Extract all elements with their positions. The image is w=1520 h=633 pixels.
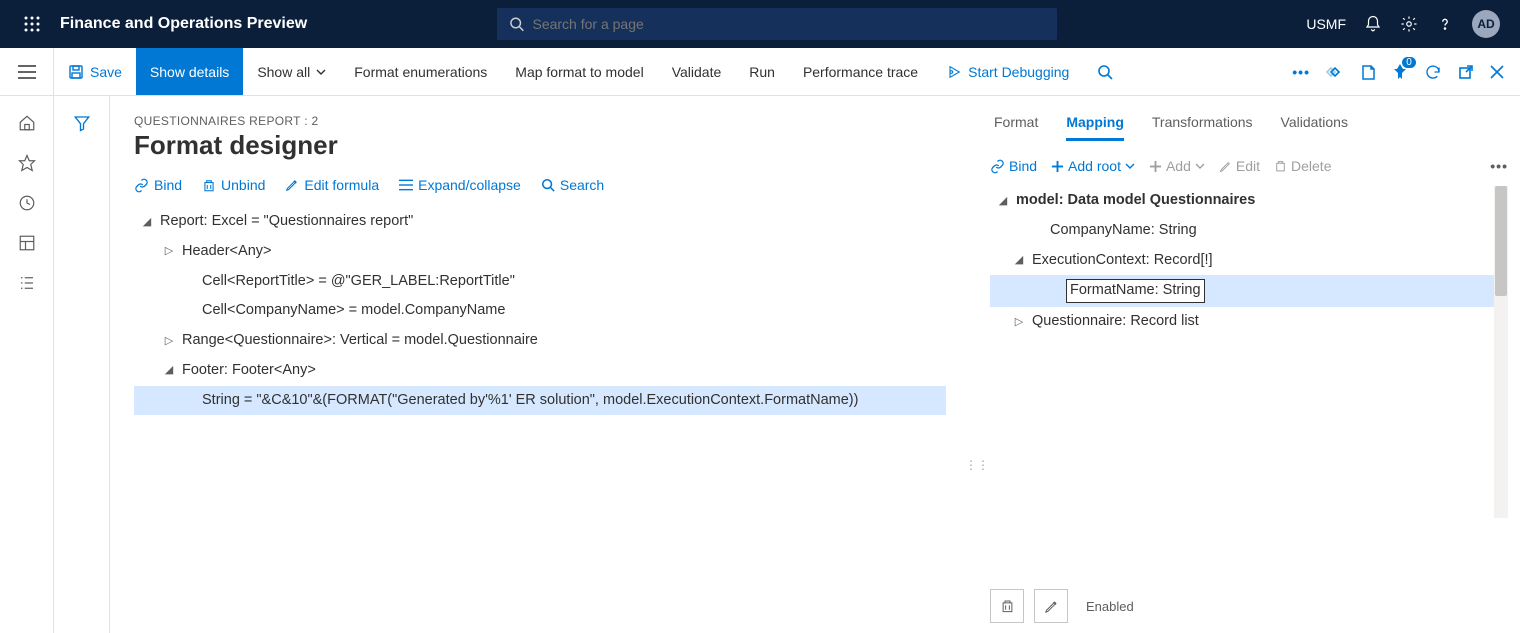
show-details-button[interactable]: Show details [136, 48, 243, 95]
collapse-icon[interactable]: ◢ [996, 193, 1010, 210]
delete-button: Delete [1274, 158, 1331, 174]
tree-node-footer[interactable]: ◢ Footer: Footer<Any> [134, 356, 946, 386]
collapse-icon[interactable]: ◢ [140, 214, 154, 231]
format-enumerations-button[interactable]: Format enumerations [340, 48, 501, 95]
add-root-button[interactable]: Add root [1051, 158, 1135, 174]
format-designer-pane: QUESTIONNAIRES REPORT : 2 Format designe… [110, 96, 970, 633]
tree-node-cell-company[interactable]: Cell<CompanyName> = model.CompanyName [134, 296, 946, 326]
scrollbar[interactable] [1494, 186, 1508, 518]
more-icon[interactable]: ••• [1292, 64, 1310, 80]
hamburger-icon[interactable] [0, 48, 54, 95]
collapse-icon[interactable]: ◢ [162, 362, 176, 379]
expand-icon[interactable]: ▷ [1012, 314, 1026, 331]
mapping-toolbar: Bind Add root Add Edit [990, 158, 1508, 174]
left-nav [0, 96, 54, 633]
edit-button: Edit [1219, 158, 1260, 174]
star-icon[interactable] [18, 154, 36, 172]
tree-node-header[interactable]: ▷ Header<Any> [134, 237, 946, 267]
performance-trace-button[interactable]: Performance trace [789, 48, 932, 95]
unbind-button[interactable]: Unbind [202, 177, 265, 193]
enabled-label: Enabled [1086, 599, 1134, 614]
model-node-company[interactable]: CompanyName: String [990, 216, 1494, 246]
model-node-root[interactable]: ◢ model: Data model Questionnaires [990, 186, 1494, 216]
format-tree: ◢ Report: Excel = "Questionnaires report… [134, 207, 946, 415]
popout-icon[interactable] [1458, 64, 1474, 80]
entity-label[interactable]: USMF [1306, 16, 1346, 32]
bottom-edit-icon[interactable] [1034, 589, 1068, 623]
bind-button[interactable]: Bind [134, 177, 182, 193]
tree-node-cell-title[interactable]: Cell<ReportTitle> = @"GER_LABEL:ReportTi… [134, 267, 946, 297]
filter-icon[interactable] [73, 114, 91, 633]
help-icon[interactable] [1436, 15, 1454, 33]
tree-node-string[interactable]: String = "&C&10"&(FORMAT("Generated by'%… [134, 386, 946, 416]
global-header: Finance and Operations Preview USMF AD [0, 0, 1520, 48]
close-icon[interactable] [1490, 65, 1504, 79]
expand-icon[interactable]: ▷ [162, 333, 176, 350]
save-label: Save [90, 64, 122, 80]
bottom-delete-icon[interactable] [990, 589, 1024, 623]
mapping-pane: Format Mapping Transformations Validatio… [984, 96, 1520, 633]
edit-formula-button[interactable]: Edit formula [285, 177, 379, 193]
tab-transformations[interactable]: Transformations [1152, 114, 1253, 141]
pin-badge-icon[interactable]: 0 [1392, 63, 1408, 81]
collapse-icon[interactable]: ◢ [1012, 252, 1026, 269]
model-tree: ◢ model: Data model Questionnaires Compa… [990, 186, 1508, 337]
clock-icon[interactable] [18, 194, 36, 212]
model-node-exec-context[interactable]: ◢ ExecutionContext: Record[!] [990, 246, 1494, 276]
page-title: Format designer [134, 130, 946, 161]
gear-icon[interactable] [1400, 15, 1418, 33]
tree-search-button[interactable]: Search [541, 177, 604, 193]
app-title: Finance and Operations Preview [60, 15, 307, 33]
home-icon[interactable] [18, 114, 36, 132]
tab-validations[interactable]: Validations [1281, 114, 1348, 141]
mapping-bottombar: Enabled [990, 578, 1508, 623]
map-format-button[interactable]: Map format to model [501, 48, 657, 95]
badge-count: 0 [1402, 57, 1416, 68]
commandbar-search-icon[interactable] [1083, 48, 1127, 95]
show-details-label: Show details [150, 64, 229, 80]
add-button: Add [1149, 158, 1205, 174]
expand-collapse-button[interactable]: Expand/collapse [399, 177, 521, 193]
start-debugging-button[interactable]: Start Debugging [932, 48, 1083, 95]
right-tabs: Format Mapping Transformations Validatio… [990, 114, 1508, 142]
search-input[interactable] [532, 16, 1045, 32]
filter-column [54, 96, 110, 633]
attach-icon[interactable] [1360, 63, 1376, 81]
global-search[interactable] [497, 8, 1057, 40]
main-area: QUESTIONNAIRES REPORT : 2 Format designe… [0, 96, 1520, 633]
mapping-more-icon[interactable]: ••• [1490, 158, 1508, 174]
tab-mapping[interactable]: Mapping [1066, 114, 1124, 141]
format-toolbar: Bind Unbind Edit formula Expand/collapse… [134, 177, 946, 193]
app-launcher-icon[interactable] [8, 16, 56, 32]
workspace-icon[interactable] [18, 234, 36, 252]
validate-button[interactable]: Validate [658, 48, 736, 95]
show-all-label: Show all [257, 64, 310, 80]
diamond-icon[interactable] [1326, 63, 1344, 81]
show-all-button[interactable]: Show all [243, 48, 340, 95]
tab-format[interactable]: Format [994, 114, 1038, 141]
model-node-format-name[interactable]: FormatName: String [990, 275, 1494, 307]
mapping-bind-button[interactable]: Bind [990, 158, 1037, 174]
run-button[interactable]: Run [735, 48, 789, 95]
refresh-icon[interactable] [1424, 63, 1442, 81]
tree-node-range[interactable]: ▷ Range<Questionnaire>: Vertical = model… [134, 326, 946, 356]
tree-node-root[interactable]: ◢ Report: Excel = "Questionnaires report… [134, 207, 946, 237]
model-node-questionnaire[interactable]: ▷ Questionnaire: Record list [990, 307, 1494, 337]
bell-icon[interactable] [1364, 15, 1382, 33]
vertical-splitter[interactable]: ⋮⋮ [970, 96, 984, 633]
breadcrumb: QUESTIONNAIRES REPORT : 2 [134, 114, 946, 128]
modules-icon[interactable] [18, 274, 36, 292]
expand-icon[interactable]: ▷ [162, 243, 176, 260]
command-bar: Save Show details Show all Format enumer… [0, 48, 1520, 96]
user-avatar[interactable]: AD [1472, 10, 1500, 38]
save-button[interactable]: Save [54, 48, 136, 95]
